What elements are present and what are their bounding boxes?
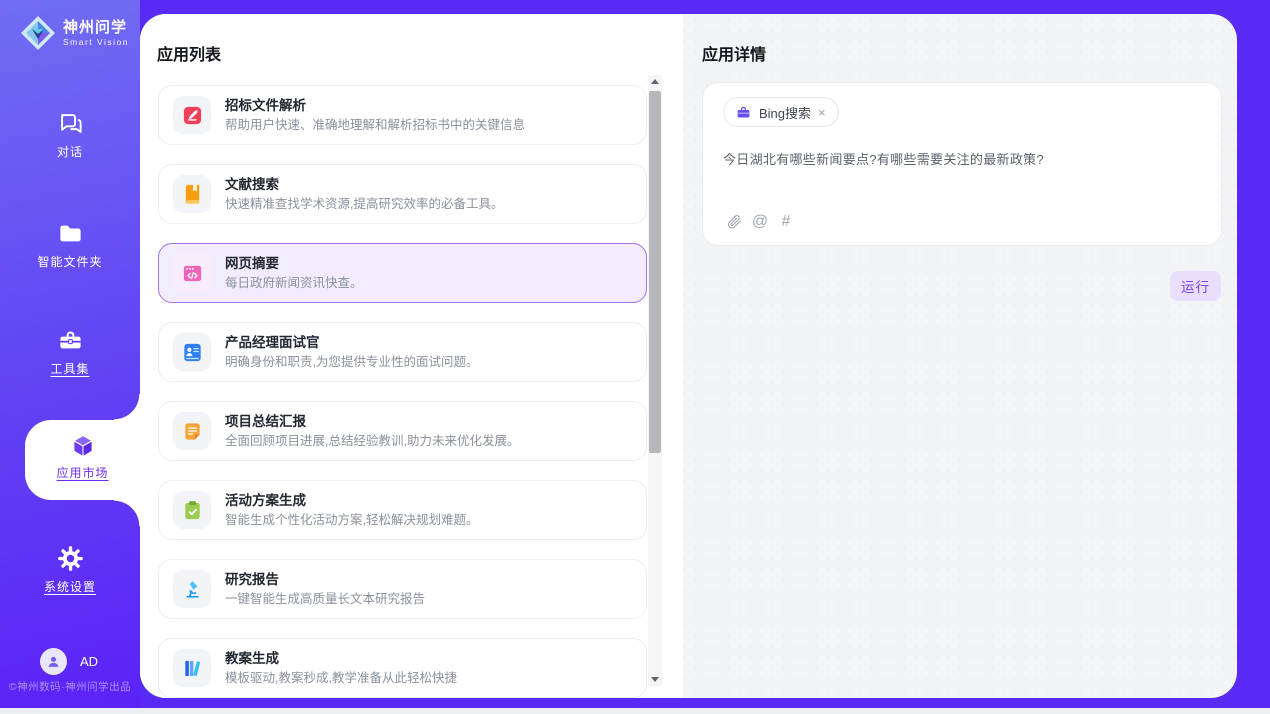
app-icon-tile	[173, 412, 211, 450]
app-desc: 模板驱动,教案秒成,教学准备从此轻松快捷	[225, 670, 457, 686]
user-initials: AD	[80, 654, 98, 669]
app-desc: 帮助用户快速、准确地理解和解析招标书中的关键信息	[225, 117, 525, 133]
app-icon-tile	[173, 491, 211, 529]
app-name: 活动方案生成	[225, 492, 478, 509]
app-name: 产品经理面试官	[225, 334, 478, 351]
app-cards: 招标文件解析 帮助用户快速、准确地理解和解析招标书中的关键信息 文献搜索 快速精…	[158, 85, 647, 698]
prompt-card: Bing搜索 × 今日湖北有哪些新闻要点?有哪些需要关注的最新政策? @ #	[702, 82, 1222, 246]
topic-button[interactable]: #	[773, 213, 799, 231]
close-icon[interactable]: ×	[818, 106, 826, 119]
app-icon-tile	[173, 175, 211, 213]
brand-name: 神州问学	[63, 19, 129, 37]
scroll-up-button[interactable]	[648, 75, 662, 88]
app-card-bid-document-analysis[interactable]: 招标文件解析 帮助用户快速、准确地理解和解析招标书中的关键信息	[158, 85, 647, 145]
triangle-down-icon	[651, 677, 659, 682]
app-name: 研究报告	[225, 571, 425, 588]
app-card-research-report[interactable]: 研究报告 一键智能生成高质量长文本研究报告	[158, 559, 647, 619]
sidebar-item-label: 系统设置	[0, 578, 140, 595]
sidebar-item-smart-folder[interactable]: 智能文件夹	[0, 220, 140, 270]
sidebar-item-label: 工具集	[0, 360, 140, 377]
book-icon	[181, 183, 204, 206]
chat-icon	[57, 110, 84, 137]
prompt-input[interactable]: 今日湖北有哪些新闻要点?有哪些需要关注的最新政策?	[723, 149, 1201, 168]
app-name: 教案生成	[225, 650, 457, 667]
app-detail-title: 应用详情	[702, 41, 766, 65]
person-icon	[45, 653, 62, 670]
sidebar-item-chat[interactable]: 对话	[0, 110, 140, 160]
triangle-up-icon	[651, 79, 659, 84]
sidebar-item-label: 应用市场	[25, 464, 140, 481]
app-desc: 全面回顾项目进展,总结经验教训,助力未来优化发展。	[225, 433, 519, 449]
sidebar-item-label: 对话	[0, 143, 140, 160]
app-desc: 快速精准查找学术资源,提高研究效率的必备工具。	[225, 196, 503, 212]
list-scrollbar[interactable]	[648, 75, 662, 686]
webpage-code-icon	[181, 262, 204, 285]
app-desc: 一键智能生成高质量长文本研究报告	[225, 591, 425, 607]
app-icon-tile	[173, 333, 211, 371]
app-desc: 明确身份和职责,为您提供专业性的面试问题。	[225, 354, 478, 370]
memo-icon	[181, 420, 204, 443]
attach-file-button[interactable]	[721, 214, 747, 230]
scrollbar-thumb[interactable]	[649, 91, 661, 453]
sidebar-item-settings[interactable]: 系统设置	[0, 545, 140, 595]
sidebar-item-app-market[interactable]: 应用市场	[25, 420, 140, 500]
user-account[interactable]: AD	[40, 648, 98, 675]
app-list-title: 应用列表	[157, 41, 221, 65]
books-icon	[181, 657, 204, 680]
sidebar-item-label: 智能文件夹	[0, 253, 140, 270]
app-icon-tile	[173, 254, 211, 292]
brand-logo: 神州问学 Smart Vision	[18, 13, 129, 53]
scroll-down-button[interactable]	[648, 673, 662, 686]
gear-icon	[57, 545, 84, 572]
gem-logo-icon	[18, 13, 58, 53]
avatar	[40, 648, 67, 675]
tool-tag-bing-search[interactable]: Bing搜索 ×	[723, 97, 839, 127]
app-desc: 每日政府新闻资讯快查。	[225, 275, 363, 291]
document-edit-icon	[181, 104, 204, 127]
cube-icon	[69, 432, 97, 460]
folder-icon	[57, 220, 84, 247]
app-card-webpage-summary[interactable]: 网页摘要 每日政府新闻资讯快查。	[158, 243, 647, 303]
app-card-project-summary[interactable]: 项目总结汇报 全面回顾项目进展,总结经验教训,助力未来优化发展。	[158, 401, 647, 461]
app-icon-tile	[173, 570, 211, 608]
mention-button[interactable]: @	[747, 213, 773, 231]
app-card-activity-plan[interactable]: 活动方案生成 智能生成个性化活动方案,轻松解决规划难题。	[158, 480, 647, 540]
copyright-footer: ©神州数码·神州问学出品	[0, 679, 140, 694]
briefcase-icon	[736, 105, 751, 120]
app-name: 网页摘要	[225, 255, 363, 272]
app-card-literature-search[interactable]: 文献搜索 快速精准查找学术资源,提高研究效率的必备工具。	[158, 164, 647, 224]
toolbox-icon	[57, 327, 84, 354]
microscope-icon	[181, 578, 204, 601]
bottom-strip	[0, 708, 1270, 714]
app-icon-tile	[173, 96, 211, 134]
app-name: 招标文件解析	[225, 97, 525, 114]
clipboard-check-icon	[181, 499, 204, 522]
app-icon-tile	[173, 649, 211, 687]
app-name: 项目总结汇报	[225, 413, 519, 430]
app-desc: 智能生成个性化活动方案,轻松解决规划难题。	[225, 512, 478, 528]
app-name: 文献搜索	[225, 176, 503, 193]
interviewer-icon	[181, 341, 204, 364]
attachment-toolbar: @ #	[721, 213, 799, 231]
sidebar: 神州问学 Smart Vision 对话 智能文件夹 工具集	[0, 0, 140, 708]
tool-tag-label: Bing搜索	[759, 103, 811, 122]
app-card-pm-interviewer[interactable]: 产品经理面试官 明确身份和职责,为您提供专业性的面试问题。	[158, 322, 647, 382]
app-card-lesson-plan[interactable]: 教案生成 模板驱动,教案秒成,教学准备从此轻松快捷	[158, 638, 647, 698]
paperclip-icon	[726, 214, 742, 230]
app-list-panel: 应用列表 招标文件解析 帮助用户快速、准确地理解和解析招标书中的关键信息	[140, 14, 683, 698]
main-content: 应用列表 招标文件解析 帮助用户快速、准确地理解和解析招标书中的关键信息	[140, 14, 1237, 698]
run-button[interactable]: 运行	[1170, 271, 1221, 301]
sidebar-item-toolset[interactable]: 工具集	[0, 327, 140, 377]
brand-tagline: Smart Vision	[63, 37, 129, 47]
